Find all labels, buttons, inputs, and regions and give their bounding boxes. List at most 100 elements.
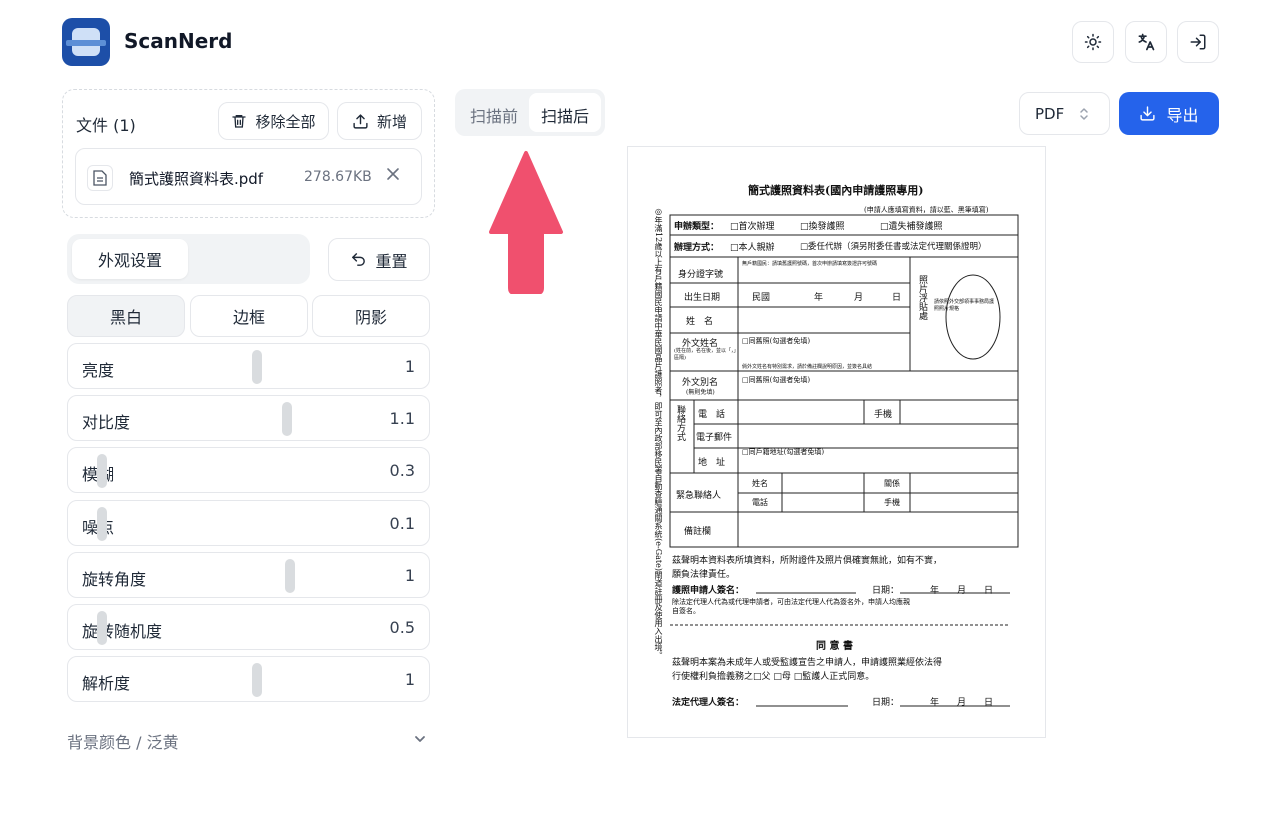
doc-same-address: □同戶籍地址(勾選者免填) (742, 448, 825, 456)
doc-photo-hint: 請依照外交部領事事務局護照照片規格 (934, 299, 995, 312)
tab-appearance[interactable]: 外观设置 (72, 239, 188, 279)
slider-thumb[interactable] (97, 506, 108, 541)
slider-resolution[interactable]: 解析度 1 (67, 656, 430, 703)
trash-icon (232, 115, 247, 128)
mode-border-button[interactable]: 边框 (190, 295, 308, 337)
format-select[interactable]: PDF (1019, 92, 1110, 135)
doc-em-name: 姓名 (752, 479, 768, 488)
reset-button[interactable]: 重置 (328, 238, 430, 281)
upload-icon (353, 113, 368, 129)
remove-all-label: 移除全部 (255, 112, 316, 131)
translate-icon (1138, 33, 1155, 51)
doc-birth: 出生日期 (684, 293, 721, 303)
slider-label: 旋转随机度 (82, 622, 163, 641)
doc-consent-title: 同 意 書 (816, 641, 853, 652)
doc-em-mobile: 手機 (884, 498, 900, 507)
slider-rotation-randomness[interactable]: 旋转随机度 0.5 (67, 604, 430, 650)
doc-email: 電子郵件 (696, 433, 733, 443)
slider-thumb[interactable] (97, 454, 108, 489)
doc-month: 月 (854, 293, 864, 303)
remove-file-icon[interactable] (386, 166, 400, 185)
language-button[interactable] (1125, 21, 1167, 63)
doc-consent-1: 茲聲明本案為未成年人或受監護宣告之申請人，申請護照業經依法得 (672, 658, 943, 668)
doc-note: (申請人應填寫資料，請以藍、黑筆填寫) (864, 206, 989, 214)
doc-remarks: 備註欄 (684, 527, 712, 537)
slider-thumb[interactable] (251, 663, 262, 698)
doc-lost: □遺失補發護照 (880, 222, 943, 232)
slider-thumb[interactable] (251, 350, 262, 384)
slider-label: 对比度 (82, 413, 131, 433)
doc-date-label: 日期： (872, 586, 900, 596)
doc-method: 辦理方式： (674, 243, 720, 253)
file-name: 簡式護照資料表.pdf (129, 170, 264, 188)
doc-contact: 聯絡方式 (675, 405, 685, 441)
login-icon (1190, 34, 1206, 50)
doc-alias-hint: (無則免填) (686, 389, 715, 396)
doc-declare-2: 願負法律責任。 (672, 570, 736, 580)
doc-year: 年 (814, 293, 824, 303)
doc-sign-note-2: 自簽名。 (672, 607, 700, 615)
add-file-label: 新增 (376, 112, 407, 131)
tab-after-scan[interactable]: 扫描后 (541, 103, 589, 127)
slider-value: 1 (404, 670, 415, 690)
background-color-toggle[interactable]: 背景颜色 / 泛黄 (67, 729, 179, 753)
slider-thumb[interactable] (281, 402, 292, 437)
slider-value: 0.3 (389, 461, 415, 481)
chevron-down-icon[interactable] (413, 732, 427, 746)
slider-brightness[interactable]: 亮度 1 (67, 343, 430, 389)
doc-in-person: □本人親辦 (730, 243, 775, 253)
doc-date-fill: 年 月 日 (930, 586, 994, 596)
slider-label: 亮度 (82, 361, 115, 380)
doc-id-hint: 無戶籍國民：請填舊護照號碼，首次申辦請填寫簽證許可號碼 (742, 261, 878, 267)
add-file-button[interactable]: 新增 (337, 102, 422, 140)
slider-value: 0.5 (389, 618, 415, 637)
doc-em-phone: 電話 (752, 498, 768, 507)
undo-icon (352, 253, 366, 266)
export-button[interactable]: 导出 (1119, 92, 1219, 135)
doc-first-apply: □首次辦理 (730, 222, 775, 232)
slider-thumb[interactable] (285, 558, 295, 593)
doc-mobile: 手機 (874, 410, 893, 420)
file-size: 278.67KB (304, 169, 372, 185)
doc-relation: 關係 (884, 479, 900, 488)
slider-noise[interactable]: 噪点0.1 (67, 499, 430, 546)
doc-legal-date-label: 日期： (872, 698, 900, 708)
file-icon (87, 165, 113, 191)
theme-toggle-button[interactable] (1072, 21, 1114, 63)
mode-bw-button[interactable]: 黑白 (67, 295, 185, 337)
up-arrow-annotation (489, 151, 563, 294)
doc-renew: □換發護照 (800, 222, 845, 232)
file-panel-title: 文件 (1) (76, 116, 136, 135)
doc-foreign-name-note: 倘外文姓名有特別需求，請於備註欄說明原因，並簽名具結 (742, 364, 873, 370)
format-value: PDF (1035, 105, 1065, 123)
slider-value: 1 (404, 357, 415, 376)
export-label: 导出 (1166, 105, 1199, 125)
slider-rotation-angle[interactable]: 旋转角度 1 (67, 551, 430, 598)
doc-declare-1: 茲聲明本資料表所填資料，所附證件及照片俱確實無訛，如有不實， (672, 556, 943, 566)
doc-id-no: 身分證字號 (678, 270, 724, 280)
tab-before-scan[interactable]: 扫描前 (470, 103, 518, 127)
doc-title: 簡式護照資料表(國內申請護照專用) (748, 184, 924, 197)
login-button[interactable] (1177, 21, 1219, 63)
slider-contrast[interactable]: 对比度 1.1 (67, 395, 430, 442)
doc-side-text: ◎年滿12歲以上有戶籍國民申請中華民國晶片護照者，即可至內政部移民署自動查驗通關… (654, 207, 663, 659)
sun-icon (1084, 33, 1102, 51)
doc-sign-label: 護照申請人簽名： (672, 586, 745, 596)
doc-name: 姓 名 (686, 317, 714, 327)
doc-apply-type: 申辦類型： (674, 222, 720, 232)
doc-same-as-old: □同舊照(勾選者免填) (742, 337, 811, 345)
file-list-item[interactable]: 簡式護照資料表.pdf 278.67KB (75, 148, 422, 205)
doc-day: 日 (892, 293, 902, 303)
remove-all-button[interactable]: 移除全部 (218, 102, 329, 140)
doc-foreign-name-hint: (姓在前，名在後，並以「，」區隔) (674, 348, 736, 361)
chevron-updown-icon (1080, 108, 1088, 120)
doc-entrust: □委任代辦（須另附委任書或法定代理關係證明） (800, 242, 987, 252)
mode-shadow-button[interactable]: 阴影 (312, 295, 430, 337)
slider-blur[interactable]: 模糊0.3 (67, 447, 430, 494)
doc-legal-sign: 法定代理人簽名： (672, 698, 745, 708)
slider-thumb[interactable] (97, 611, 108, 645)
doc-sign-note-1: 除法定代理人代為或代理申請者，可由法定代理人代為簽名外，申請人均應親 (672, 598, 910, 606)
document-preview: 簡式護照資料表(國內申請護照專用) (申請人應填寫資料，請以藍、黑筆填寫) ◎年… (627, 146, 1046, 738)
slider-label: 旋转角度 (82, 569, 147, 589)
app-name: ScanNerd (124, 29, 233, 53)
